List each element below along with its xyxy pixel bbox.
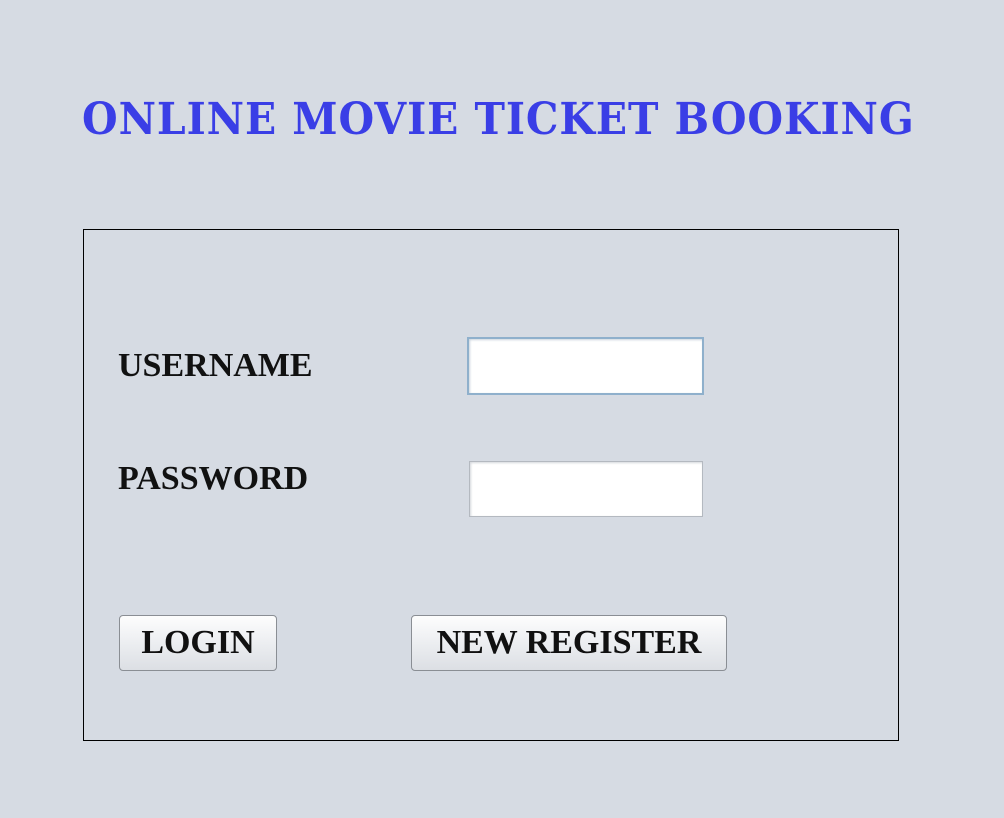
login-panel: USERNAME PASSWORD LOGIN NEW REGISTER [83,229,899,741]
app-title: ONLINE MOVIE TICKET BOOKING [82,94,915,145]
username-field[interactable] [467,337,704,395]
password-label: PASSWORD [118,460,309,497]
password-field[interactable] [469,461,703,517]
new-register-button[interactable]: NEW REGISTER [411,615,727,671]
login-button[interactable]: LOGIN [119,615,277,671]
username-label: USERNAME [118,347,313,384]
